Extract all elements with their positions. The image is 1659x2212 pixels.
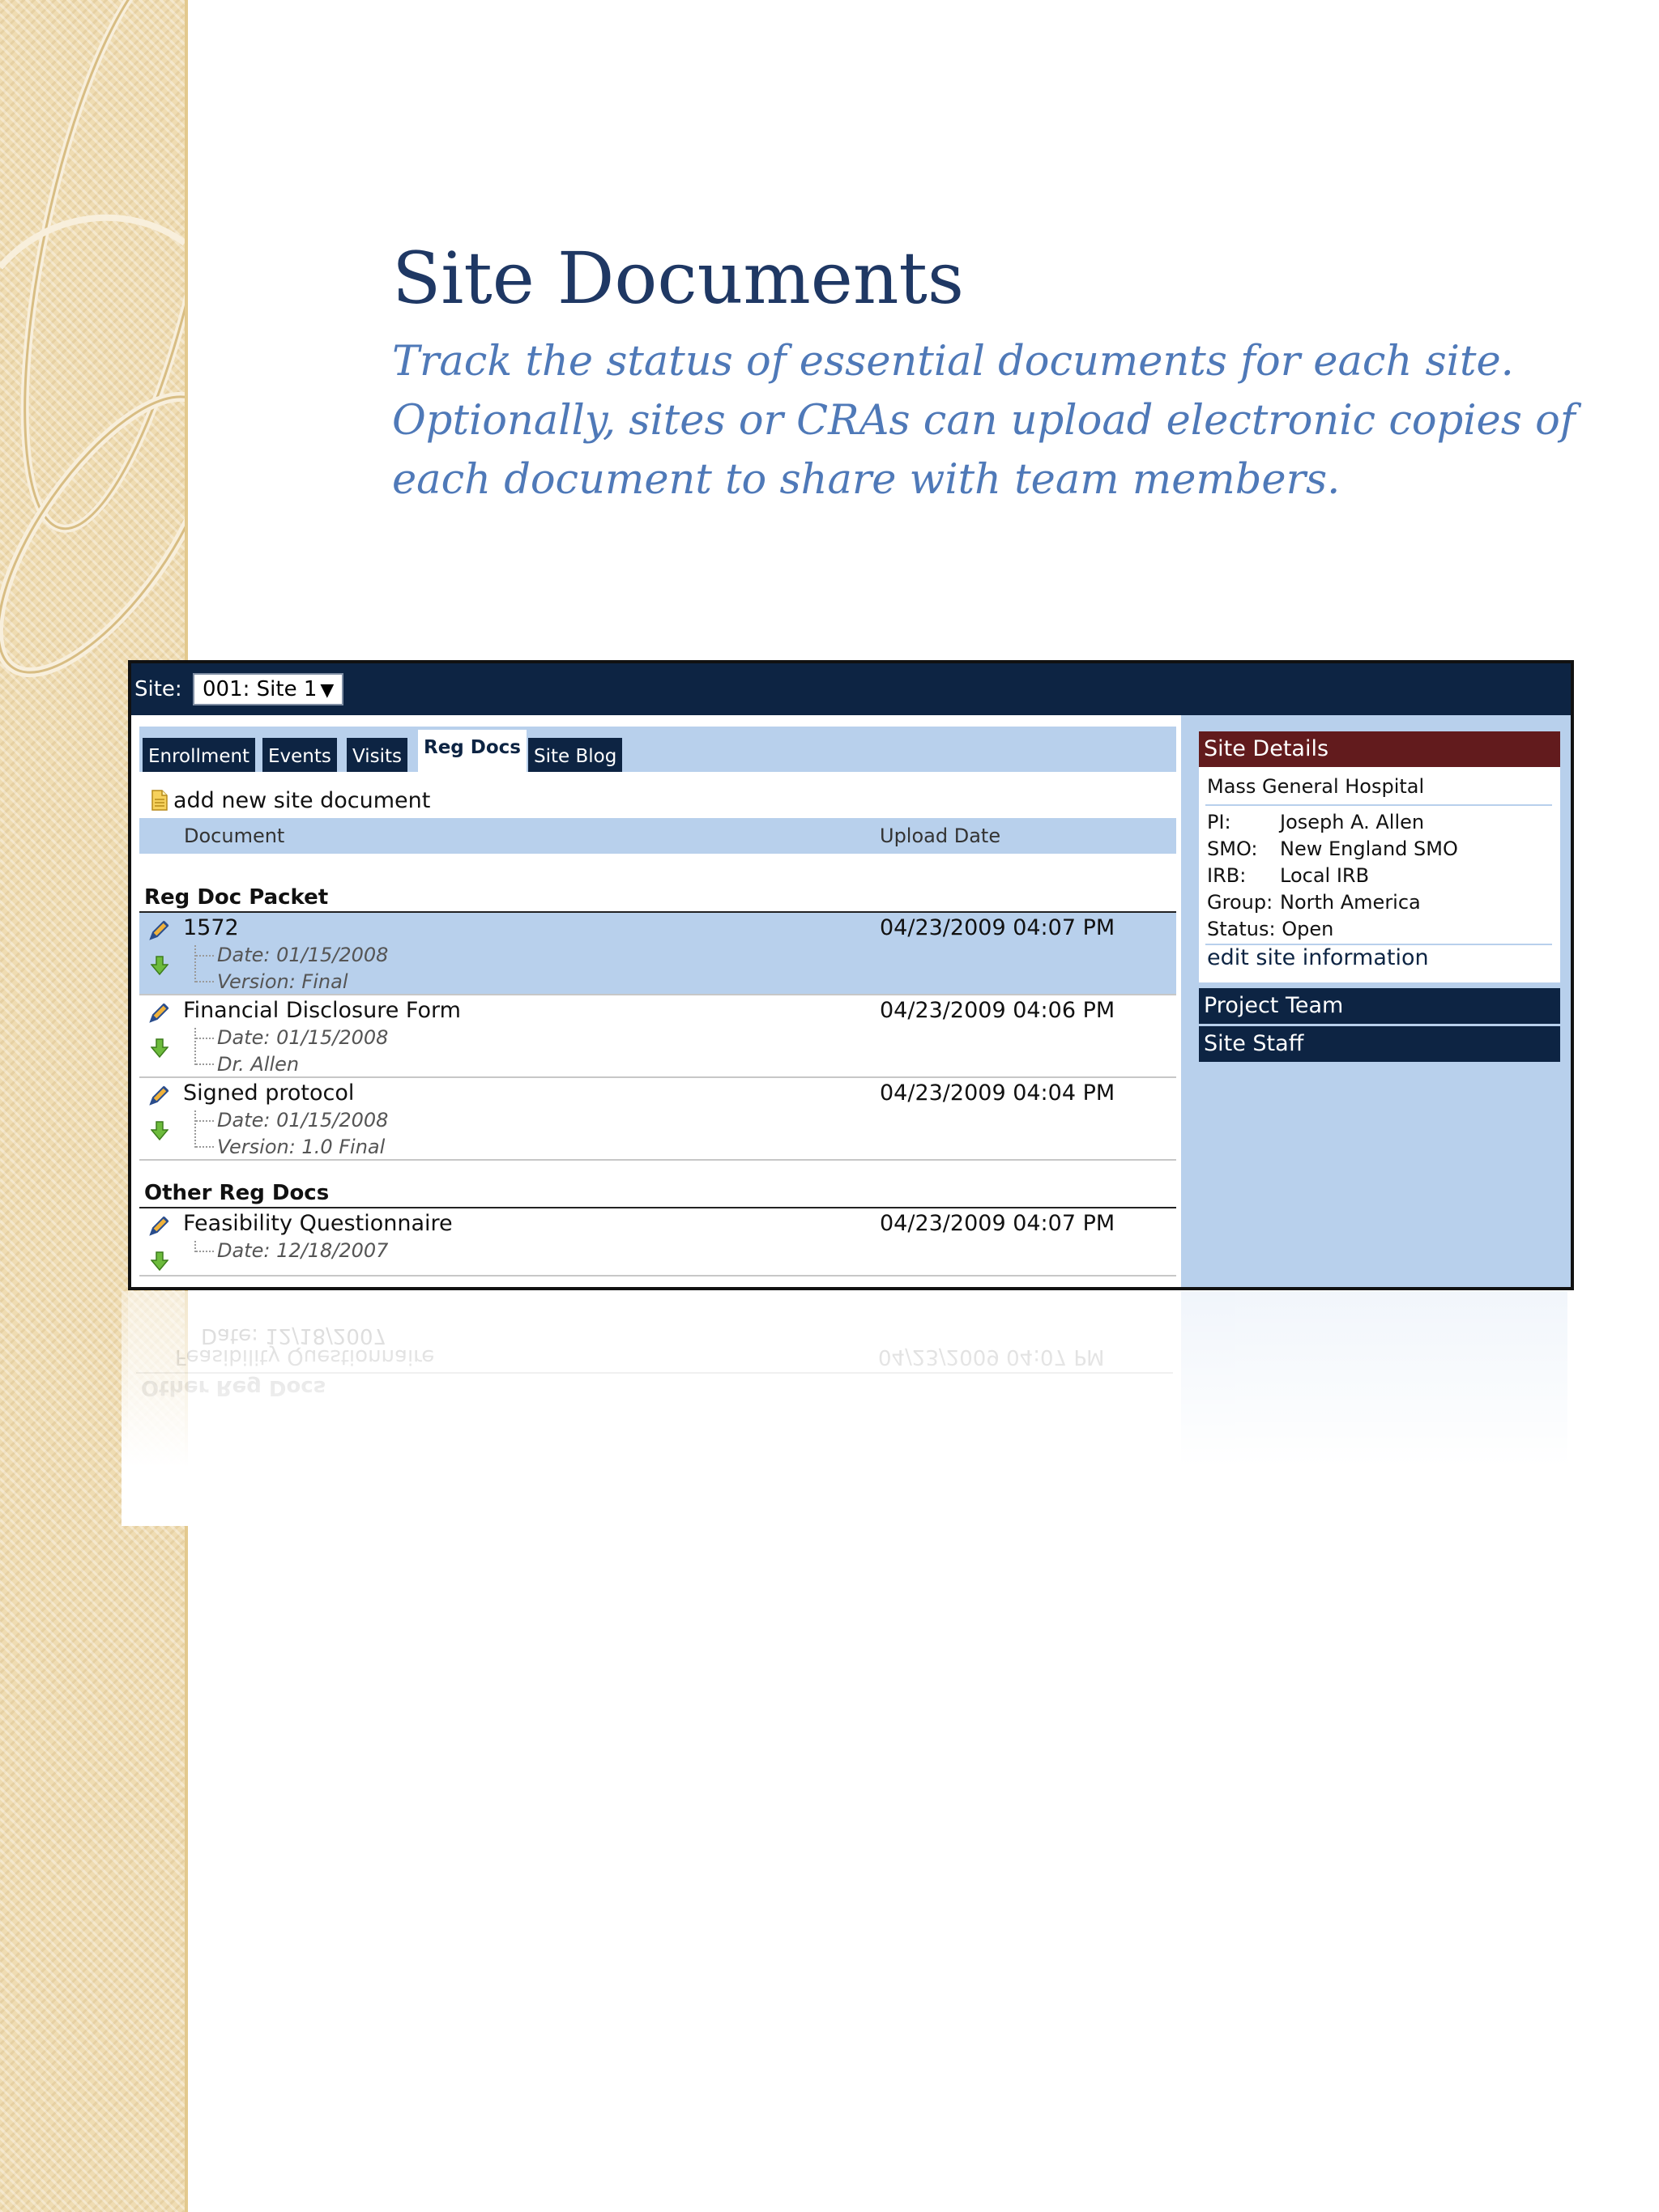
document-title[interactable]: Financial Disclosure Form <box>183 998 461 1023</box>
detail-label: Status: <box>1207 918 1276 940</box>
detail-label: Group: <box>1207 891 1273 914</box>
upload-date: 04/23/2009 04:06 PM <box>880 998 1115 1023</box>
edit-pencil-icon[interactable] <box>147 1215 170 1238</box>
download-arrow-icon[interactable] <box>151 1038 168 1059</box>
tab-enrollment[interactable]: Enrollment <box>143 738 256 772</box>
site-staff-button[interactable]: Site Staff <box>1199 1026 1560 1062</box>
tab-bar: Enrollment Events Visits Reg Docs Site B… <box>139 727 1176 772</box>
document-row-1572[interactable]: 1572 04/23/2009 04:07 PM Date: 01/15/200… <box>139 913 1176 995</box>
site-select-value: 001: Site 1 <box>203 677 318 701</box>
site-sidebar: Site Details Mass General Hospital PI: Jo… <box>1181 715 1571 1287</box>
decorative-swirl <box>0 0 185 678</box>
detail-smo: SMO: New England SMO <box>1207 837 1458 860</box>
detail-value: Open <box>1282 918 1334 940</box>
add-site-document-label: add new site document <box>173 788 431 813</box>
download-arrow-icon[interactable] <box>151 955 168 976</box>
app-window: Site: 001: Site 1 ▼ Enrollment Events Vis… <box>128 660 1574 1290</box>
document-date: Date: 01/15/2008 <box>217 944 389 966</box>
document-row-feasibility-questionnaire[interactable]: Feasibility Questionnaire 04/23/2009 04:… <box>139 1208 1176 1276</box>
tree-connector <box>194 1028 214 1065</box>
tab-events[interactable]: Events <box>262 738 337 772</box>
edit-pencil-icon[interactable] <box>147 1002 170 1025</box>
group-header-reg-doc-packet: Reg Doc Packet <box>139 882 1176 913</box>
tab-visits[interactable]: Visits <box>347 738 407 772</box>
tree-connector <box>194 1241 214 1252</box>
detail-label: SMO: <box>1207 837 1258 860</box>
detail-irb: IRB: Local IRB <box>1207 864 1369 887</box>
edit-pencil-icon[interactable] <box>147 1085 170 1107</box>
site-select[interactable]: 001: Site 1 ▼ <box>193 673 344 705</box>
main-panel: Enrollment Events Visits Reg Docs Site B… <box>131 715 1181 1287</box>
download-arrow-icon[interactable] <box>151 1120 168 1141</box>
document-signer: Dr. Allen <box>217 1053 300 1076</box>
document-row-signed-protocol[interactable]: Signed protocol 04/23/2009 04:04 PM Date… <box>139 1078 1176 1161</box>
detail-label: IRB: <box>1207 864 1247 887</box>
document-version: Version: 1.0 Final <box>217 1136 386 1158</box>
download-arrow-icon[interactable] <box>151 1251 168 1272</box>
document-title[interactable]: 1572 <box>183 915 239 940</box>
detail-value: Local IRB <box>1280 864 1370 887</box>
document-table-header: Document Upload Date <box>139 818 1176 854</box>
tab-reg-docs[interactable]: Reg Docs <box>418 730 527 772</box>
detail-value: New England SMO <box>1280 837 1458 860</box>
group-header-other-reg-docs: Other Reg Docs <box>139 1178 1176 1208</box>
hospital-name: Mass General Hospital <box>1207 775 1425 798</box>
add-site-document-link[interactable]: add new site document <box>151 788 430 813</box>
divider <box>1205 804 1552 806</box>
slide-subtitle: Track the status of essential documents … <box>392 338 1576 504</box>
detail-label: PI: <box>1207 811 1231 833</box>
new-document-icon <box>151 790 168 811</box>
detail-pi: PI: Joseph A. Allen <box>1207 811 1424 833</box>
detail-status: Status: Open <box>1207 918 1333 940</box>
document-date: Date: 01/15/2008 <box>217 1026 389 1049</box>
tab-site-blog[interactable]: Site Blog <box>528 738 623 772</box>
column-header-document: Document <box>184 825 285 847</box>
upload-date: 04/23/2009 04:04 PM <box>880 1080 1115 1106</box>
document-version: Version: Final <box>217 970 348 993</box>
site-details-panel: Mass General Hospital PI: Joseph A. Allen… <box>1199 767 1560 982</box>
site-details-header[interactable]: Site Details <box>1199 731 1560 767</box>
detail-value: Joseph A. Allen <box>1280 811 1425 833</box>
project-team-button[interactable]: Project Team <box>1199 988 1560 1024</box>
site-bar: Site: 001: Site 1 ▼ <box>131 663 1571 715</box>
tree-connector <box>194 1110 214 1148</box>
document-title[interactable]: Feasibility Questionnaire <box>183 1211 453 1236</box>
edit-pencil-icon[interactable] <box>147 919 170 942</box>
dropdown-arrow-icon: ▼ <box>320 680 335 701</box>
column-header-upload-date: Upload Date <box>880 825 1001 847</box>
upload-date: 04/23/2009 04:07 PM <box>880 915 1115 940</box>
edit-site-information-link[interactable]: edit site information <box>1207 945 1429 970</box>
detail-group: Group: North America <box>1207 891 1421 914</box>
slide-title: Site Documents <box>392 237 965 320</box>
upload-date: 04/23/2009 04:07 PM <box>880 1211 1115 1236</box>
document-title[interactable]: Signed protocol <box>183 1080 354 1106</box>
site-label: Site: <box>134 677 182 701</box>
document-date: Date: 12/18/2007 <box>217 1239 389 1262</box>
detail-value: North America <box>1280 891 1421 914</box>
document-date: Date: 01/15/2008 <box>217 1109 389 1132</box>
reflection-fade <box>122 1291 1580 1526</box>
tree-connector <box>194 945 214 982</box>
document-row-financial-disclosure[interactable]: Financial Disclosure Form 04/23/2009 04:… <box>139 995 1176 1078</box>
